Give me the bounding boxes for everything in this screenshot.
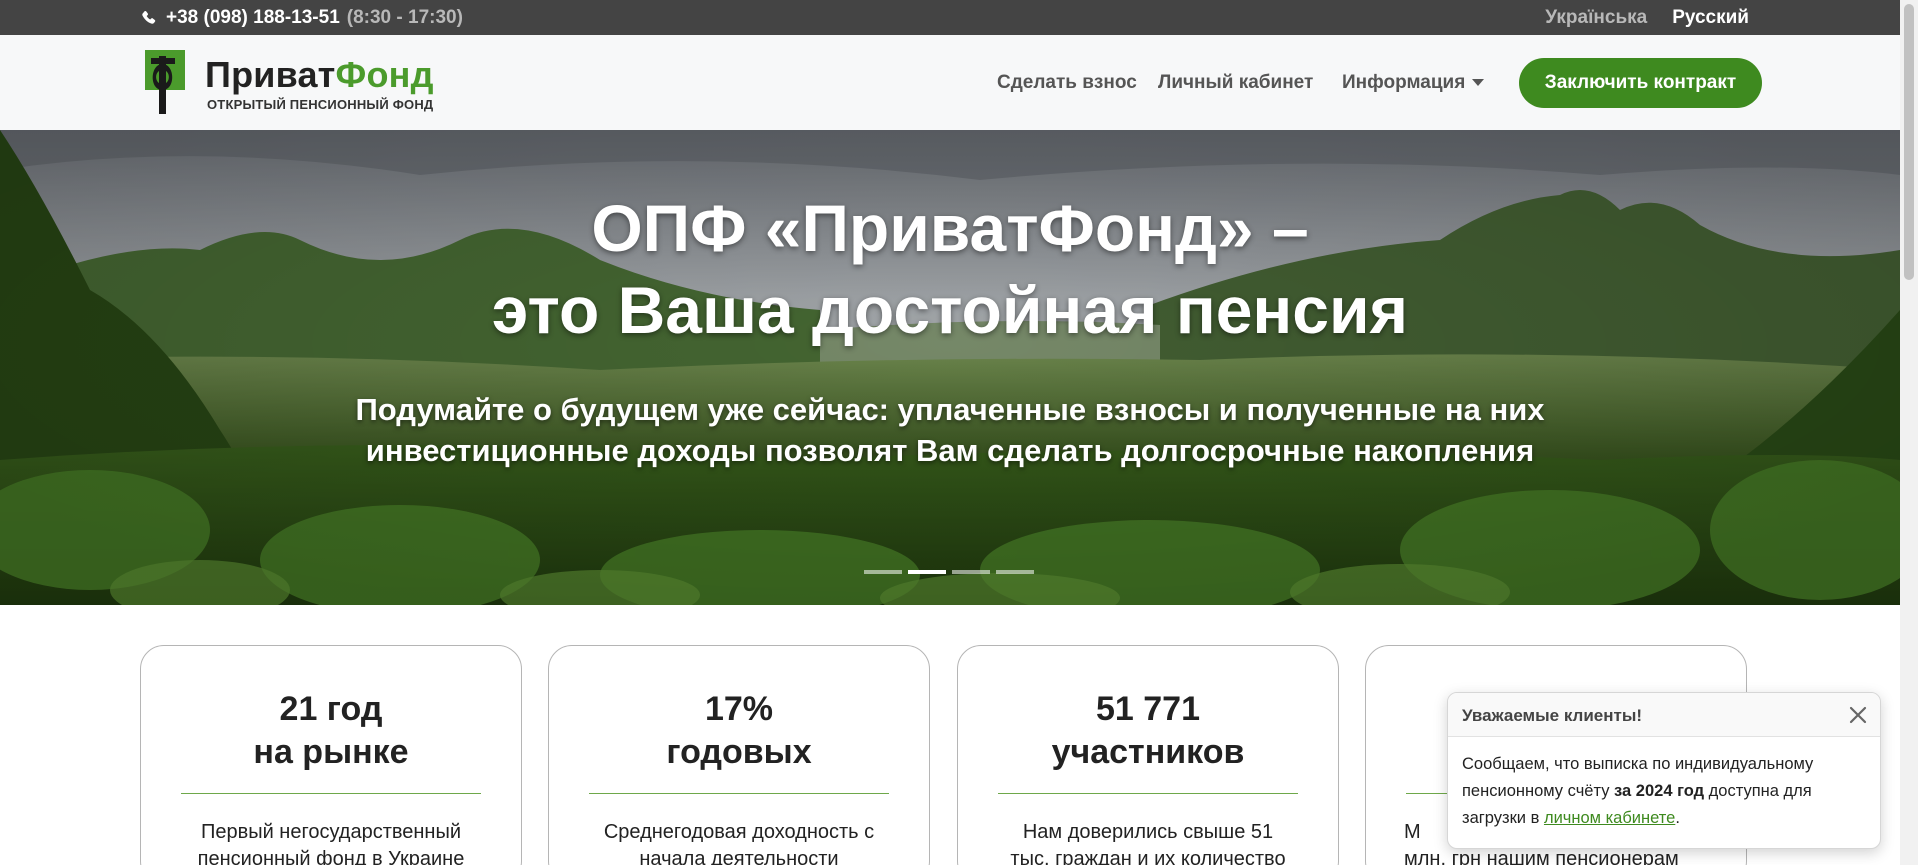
toast-text: . [1675,809,1680,827]
stat-description: Нам доверились свыше 51 тыс. граждан и и… [988,819,1308,865]
stat-card-yield: 17% годовых Среднегодовая доходность с н… [548,645,930,865]
logo-mark-icon [145,50,185,114]
page-scrollbar[interactable] [1900,0,1918,865]
stat-label: годовых [666,733,812,771]
logo-name-part2: Фонд [335,54,434,95]
nav-item-make-payment[interactable]: Сделать взнос [997,72,1137,94]
stat-description: Среднегодовая доходность с начала деятел… [579,819,899,865]
logo-name: ПриватФонд [205,54,434,96]
lang-russian[interactable]: Русский [1672,7,1749,29]
main-navbar: ПриватФонд ОТКРЫТЫЙ ПЕНСИОННЫЙ ФОНД Сдел… [0,35,1900,130]
stat-description-line1: Первый негосударственный [200,821,462,843]
stat-description-line2: тыс. граждан и их количество [1010,848,1286,865]
stat-value: 17% [704,690,774,728]
phone-contact[interactable]: +38 (098) 188-13-51 (8:30 - 17:30) [141,0,463,35]
stat-description: Первый негосударственный пенсионный фонд… [171,819,491,865]
notification-toast: Уважаемые клиенты! Сообщаем, что выписка… [1447,692,1881,849]
hero-title: ОПФ «ПриватФонд» – это Ваша достойная пе… [0,187,1900,351]
hero-subtitle: Подумайте о будущем уже сейчас: уплаченн… [355,392,1545,468]
toast-title: Уважаемые клиенты! [1462,706,1643,725]
logo[interactable]: ПриватФонд ОТКРЫТЫЙ ПЕНСИОННЫЙ ФОНД [145,50,445,116]
stat-value: 51 771 [1096,690,1200,728]
stat-label: участников [1051,733,1245,771]
carousel-indicator-1[interactable] [864,570,902,574]
personal-account-link[interactable]: личном кабинете [1544,809,1675,827]
stat-headline: 21 год на рынке [141,688,521,774]
toast-header: Уважаемые клиенты! [1448,693,1880,737]
carousel-indicators [864,570,1040,574]
stat-divider [998,793,1298,794]
phone-icon [142,10,156,24]
logo-name-part1: Приват [205,54,336,95]
scrollbar-thumb[interactable] [1904,4,1914,280]
stat-label: на рынке [253,733,409,771]
stat-value: 21 год [279,690,383,728]
stat-headline: 51 771 участников [958,688,1338,774]
stat-card-participants: 51 771 участников Нам доверились свыше 5… [957,645,1339,865]
carousel-indicator-2[interactable] [908,570,946,574]
phone-number[interactable]: +38 (098) 188-13-51 [166,7,340,29]
nav-item-personal-account[interactable]: Личный кабинет [1158,72,1313,94]
carousel-indicator-3[interactable] [952,570,990,574]
toast-text-bold: за 2024 год [1614,782,1705,800]
toast-message: Сообщаем, что выписка по индивидуальному… [1448,737,1880,846]
language-switcher: Українська Русский [1520,0,1749,35]
lang-ukrainian[interactable]: Українська [1545,7,1647,29]
close-icon[interactable] [1844,701,1872,729]
stat-divider [589,793,889,794]
stat-description-line2: пенсионный фонд в Украине [197,848,465,865]
stat-card-years: 21 год на рынке Первый негосударственный… [140,645,522,865]
sign-contract-button[interactable]: Заключить контракт [1519,58,1762,108]
stat-headline: 17% годовых [549,688,929,774]
nav-item-information[interactable]: Информация [1342,72,1485,94]
carousel-indicator-4[interactable] [996,570,1034,574]
hero-carousel: ОПФ «ПриватФонд» – это Ваша достойная пе… [0,130,1900,605]
caret-down-icon [1472,79,1485,87]
hero-title-line2: это Ваша достойная пенсия [491,273,1409,347]
stat-divider [181,793,481,794]
top-bar: +38 (098) 188-13-51 (8:30 - 17:30) Украї… [0,0,1900,35]
hero-title-line1: ОПФ «ПриватФонд» – [591,191,1309,265]
working-hours: (8:30 - 17:30) [346,6,463,28]
stat-description-line2: начала деятельности [639,848,839,865]
nav-item-information-label: Информация [1342,72,1466,93]
logo-subtitle: ОТКРЫТЫЙ ПЕНСИОННЫЙ ФОНД [207,97,434,112]
stat-description-line1: Среднегодовая доходность с [603,821,875,843]
stat-description-line1: Нам доверились свыше 51 [1022,821,1274,843]
